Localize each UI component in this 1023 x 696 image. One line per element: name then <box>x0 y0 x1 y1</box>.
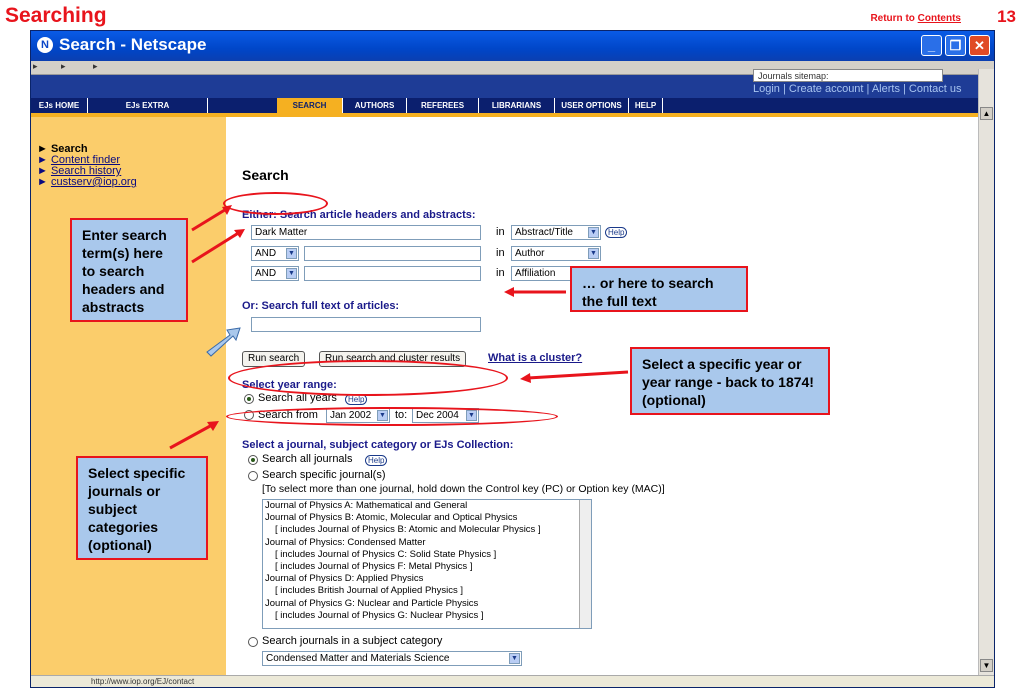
blue-arrow-icon <box>206 327 241 357</box>
annotation-arrows <box>169 205 629 450</box>
callout-journals: Select specific journals or subject cate… <box>76 456 208 560</box>
arrow-to-journal-label <box>169 423 213 450</box>
callout-full-text: … or here to search the full text <box>570 266 748 312</box>
arrow-to-search-box <box>191 206 229 232</box>
callout-enter-terms: Enter search term(s) here to search head… <box>70 218 188 322</box>
arrow-to-and-rows <box>191 230 241 264</box>
callout-year-range: Select a specific year or year range - b… <box>630 347 830 415</box>
highlight-oval-search <box>223 192 328 215</box>
highlight-oval-year <box>228 360 508 396</box>
arrow-to-year <box>527 370 629 380</box>
arrowhead <box>504 287 514 297</box>
highlight-oval-journal <box>226 407 558 426</box>
arrowhead <box>520 373 531 383</box>
